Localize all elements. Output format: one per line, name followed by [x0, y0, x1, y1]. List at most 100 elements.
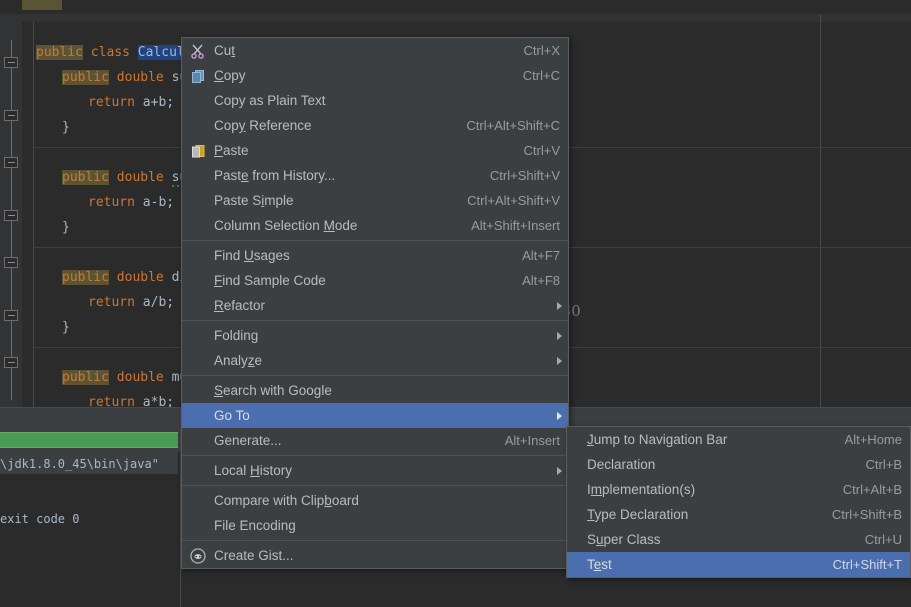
submenu-item-implementations-shortcut: Ctrl+Alt+B	[842, 482, 902, 497]
submenu-item-test-label: Test	[587, 557, 612, 572]
chevron-right-icon	[557, 357, 562, 365]
no-icon	[188, 408, 210, 424]
submenu-item-implementations[interactable]: Implementation(s) Ctrl+Alt+B	[567, 477, 910, 502]
code-line: return a/b;	[88, 290, 174, 315]
submenu-item-type-declaration[interactable]: Type Declaration Ctrl+Shift+B	[567, 502, 910, 527]
menu-item-cut-shortcut: Ctrl+X	[523, 43, 560, 58]
code-token: return	[88, 295, 135, 310]
editor-context-menu[interactable]: Cut Ctrl+X Copy Ctrl+C Copy as Plain Text Cop…	[181, 37, 569, 569]
menu-item-analyze-label: Analyze	[214, 353, 263, 368]
scissors-icon	[188, 43, 210, 59]
code-token: return	[88, 195, 135, 210]
submenu-item-type-declaration-shortcut: Ctrl+Shift+B	[831, 507, 902, 522]
submenu-item-jump-to-navigation-bar-shortcut: Alt+Home	[844, 432, 902, 447]
menu-item-paste-simple-shortcut: Ctrl+Alt+Shift+V	[467, 193, 560, 208]
go-to-submenu[interactable]: Jump to Navigation Bar Alt+Home Declaratio…	[566, 426, 911, 578]
menu-item-cut[interactable]: Cut Ctrl+X	[182, 38, 568, 63]
no-icon	[188, 383, 210, 399]
menu-item-file-encoding[interactable]: File Encoding	[182, 513, 568, 538]
menu-separator	[182, 540, 568, 541]
submenu-item-type-declaration-label: Type Declaration	[587, 507, 689, 522]
code-token: double	[108, 170, 172, 185]
menu-item-column-selection-mode[interactable]: Column Selection Mode Alt+Shift+Insert	[182, 213, 568, 238]
menu-item-column-selection-mode-shortcut: Alt+Shift+Insert	[471, 218, 560, 233]
submenu-item-implementations-label: Implementation(s)	[587, 482, 696, 497]
menu-item-compare-with-clipboard[interactable]: Compare with Clipboard	[182, 488, 568, 513]
menu-item-file-encoding-label: File Encoding	[214, 518, 296, 533]
code-token: }	[62, 120, 70, 135]
submenu-item-declaration-label: Declaration	[587, 457, 656, 472]
menu-item-generate-label: Generate...	[214, 433, 282, 448]
menu-item-paste-label: Paste	[214, 143, 249, 158]
fold-marker-end[interactable]	[4, 105, 19, 125]
console-exit-line: exit code 0	[0, 512, 80, 526]
right-margin-guide	[820, 14, 821, 407]
fold-marker-collapse[interactable]	[4, 157, 19, 173]
code-token: }	[62, 220, 70, 235]
menu-separator	[182, 485, 568, 486]
code-token: double	[108, 270, 172, 285]
menu-separator	[182, 320, 568, 321]
submenu-item-super-class-shortcut: Ctrl+U	[864, 532, 902, 547]
submenu-item-jump-to-navigation-bar[interactable]: Jump to Navigation Bar Alt+Home	[567, 427, 910, 452]
submenu-item-test[interactable]: Test Ctrl+Shift+T	[567, 552, 910, 577]
menu-item-paste[interactable]: Paste Ctrl+V	[182, 138, 568, 163]
menu-item-copy-label: Copy	[214, 68, 246, 83]
menu-item-copy-reference-label: Copy Reference	[214, 118, 312, 133]
menu-item-analyze[interactable]: Analyze	[182, 348, 568, 373]
menu-item-paste-from-history[interactable]: Paste from History... Ctrl+Shift+V	[182, 163, 568, 188]
menu-item-find-sample-code-label: Find Sample Code	[214, 273, 326, 288]
chevron-right-icon	[557, 332, 562, 340]
fold-marker-end[interactable]	[4, 305, 19, 325]
code-token: public	[62, 70, 109, 85]
submenu-item-declaration[interactable]: Declaration Ctrl+B	[567, 452, 910, 477]
menu-item-go-to-label: Go To	[214, 408, 250, 423]
menu-item-paste-shortcut: Ctrl+V	[523, 143, 560, 158]
code-line: return a+b;	[88, 90, 174, 115]
menu-item-copy-as-plain-text-label: Copy as Plain Text	[214, 93, 326, 108]
menu-item-find-usages[interactable]: Find Usages Alt+F7	[182, 243, 568, 268]
editor-tab-strip	[0, 0, 911, 14]
menu-item-paste-simple[interactable]: Paste Simple Ctrl+Alt+Shift+V	[182, 188, 568, 213]
code-token: public	[36, 45, 83, 60]
fold-marker-collapse[interactable]	[4, 257, 19, 273]
menu-item-copy-reference[interactable]: Copy Reference Ctrl+Alt+Shift+C	[182, 113, 568, 138]
menu-item-create-gist-label: Create Gist...	[214, 548, 294, 563]
menu-item-go-to[interactable]: Go To	[182, 403, 568, 428]
menu-item-refactor[interactable]: Refactor	[182, 293, 568, 318]
no-icon	[188, 273, 210, 289]
menu-item-find-sample-code[interactable]: Find Sample Code Alt+F8	[182, 268, 568, 293]
github-icon	[188, 547, 210, 564]
code-token: }	[62, 320, 70, 335]
no-icon	[188, 353, 210, 369]
menu-item-search-with-google[interactable]: Search with Google	[182, 378, 568, 403]
submenu-item-super-class[interactable]: Super Class Ctrl+U	[567, 527, 910, 552]
fold-marker-end[interactable]	[4, 205, 19, 225]
editor-tab-stub[interactable]	[22, 0, 62, 10]
menu-item-copy-as-plain-text[interactable]: Copy as Plain Text	[182, 88, 568, 113]
chevron-right-icon	[557, 412, 562, 420]
menu-item-generate[interactable]: Generate... Alt+Insert	[182, 428, 568, 453]
fold-marker-collapse[interactable]	[4, 357, 19, 373]
submenu-item-test-shortcut: Ctrl+Shift+T	[832, 557, 902, 572]
no-icon	[188, 248, 210, 264]
submenu-item-jump-to-navigation-bar-label: Jump to Navigation Bar	[587, 432, 728, 447]
code-line: public double mu	[62, 365, 187, 390]
code-token: class	[82, 45, 138, 60]
fold-marker-collapse[interactable]	[4, 57, 19, 73]
no-icon	[188, 463, 210, 479]
menu-item-copy[interactable]: Copy Ctrl+C	[182, 63, 568, 88]
menu-item-local-history[interactable]: Local History	[182, 458, 568, 483]
menu-item-paste-from-history-shortcut: Ctrl+Shift+V	[489, 168, 560, 183]
gutter-separator	[33, 22, 34, 407]
code-line: public double sul	[62, 165, 196, 190]
menu-item-cut-label: Cut	[214, 43, 236, 58]
code-token: a/b;	[134, 295, 175, 310]
submenu-item-super-class-label: Super Class	[587, 532, 661, 547]
menu-item-folding[interactable]: Folding	[182, 323, 568, 348]
menu-item-create-gist[interactable]: Create Gist...	[182, 543, 568, 568]
code-token: public	[62, 170, 109, 185]
menu-item-column-selection-mode-label: Column Selection Mode	[214, 218, 358, 233]
no-icon	[188, 168, 210, 184]
clipboard-icon	[188, 143, 210, 159]
